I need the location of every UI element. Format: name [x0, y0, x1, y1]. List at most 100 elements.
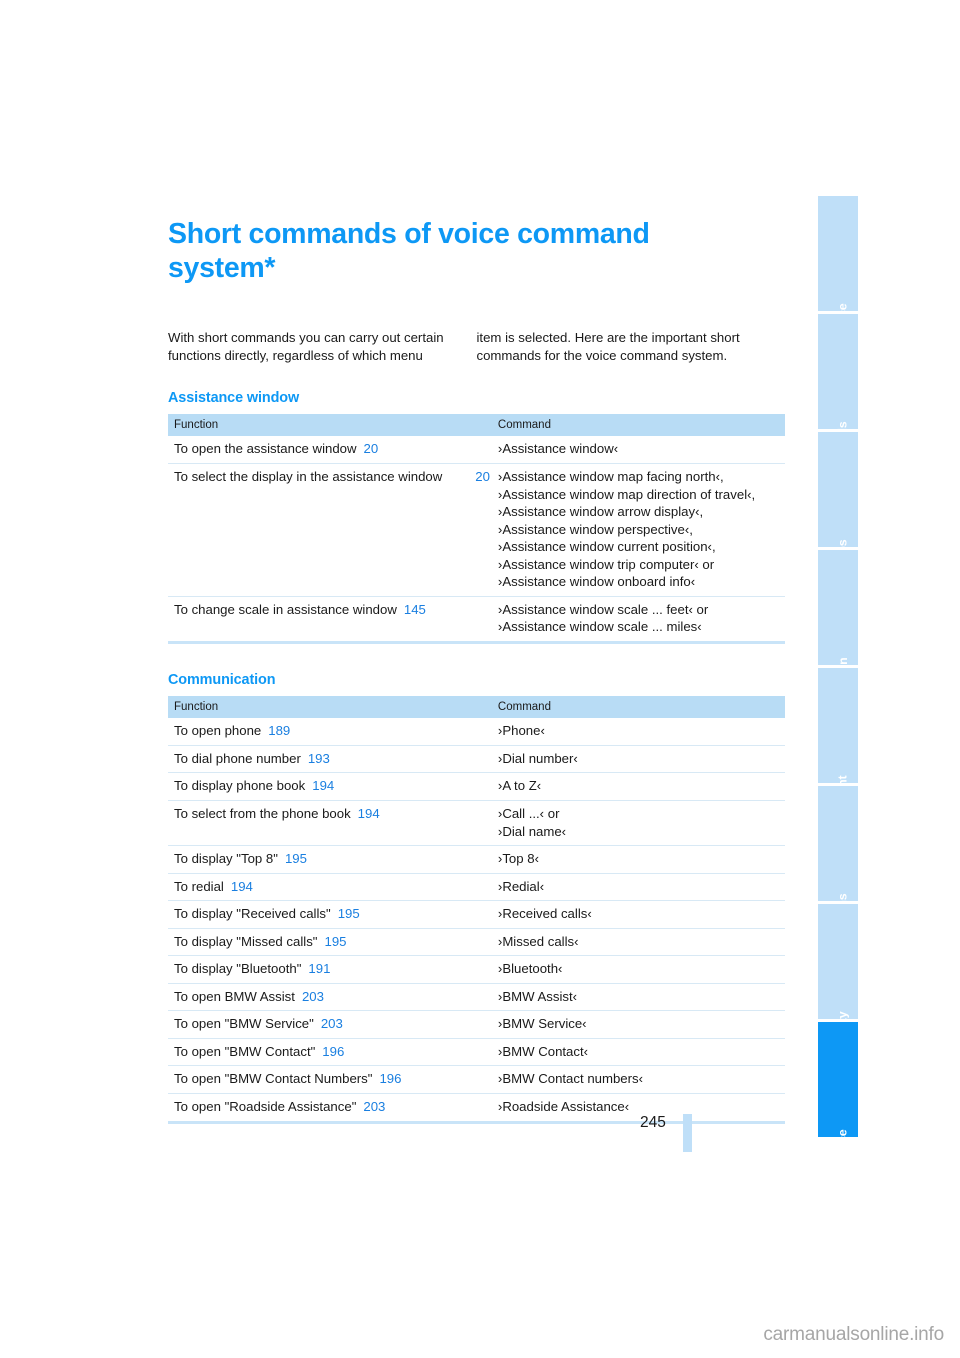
- command-cell: ›Bluetooth‹: [491, 955, 785, 984]
- chapter-tab-controls[interactable]: Controls: [818, 314, 858, 429]
- table-row: To open the assistance window 20 ›Assistan…: [168, 436, 785, 463]
- page-reference-link[interactable]: 196: [379, 1071, 401, 1086]
- table-row: To open BMW Assist 203 ›BMW Assist‹: [168, 982, 785, 1011]
- function-label: To dial phone number: [174, 750, 301, 766]
- voice-command-phrase: ›BMW Service‹: [497, 1016, 587, 1032]
- function-label: To open "Roadside Assistance": [174, 1098, 357, 1114]
- page-reference-link[interactable]: 195: [285, 851, 307, 866]
- table-row: To dial phone number 193 ›Dial number‹: [168, 744, 785, 773]
- function-label: To open BMW Assist: [174, 988, 295, 1004]
- function-cell: To open "BMW Contact" 196: [168, 1037, 492, 1066]
- function-label: To display "Bluetooth": [174, 961, 302, 977]
- page-reference-link[interactable]: 196: [322, 1044, 344, 1059]
- function-label: To display "Top 8": [174, 851, 278, 867]
- chapter-tab-driving-tips[interactable]: Driving tips: [818, 432, 858, 547]
- function-cell: 20 To select the display in the assistanc…: [168, 463, 492, 597]
- page-edge-marker: [683, 1114, 692, 1152]
- function-label: To change scale in assistance window: [174, 601, 397, 617]
- chapter-tab-entertainment[interactable]: Entertainment: [818, 668, 858, 783]
- command-cell: ›Assistance window scale ... feet‹ or ›As…: [491, 595, 785, 643]
- command-cell: ›Call ...‹ or ›Dial name‹: [491, 799, 785, 846]
- command-cell: ›Assistance window‹: [492, 436, 785, 463]
- page-reference-link[interactable]: 20: [475, 468, 492, 486]
- function-cell: To open BMW Assist 203: [168, 982, 492, 1011]
- chapter-tab-label: Driving tips: [836, 539, 850, 547]
- function-cell: To open the assistance window 20: [168, 436, 492, 463]
- command-cell: ›Top 8‹: [491, 845, 785, 874]
- voice-command-phrase: ›Phone‹: [497, 723, 545, 739]
- page-reference-link[interactable]: 193: [308, 751, 330, 766]
- table-row: To open "Roadside Assistance" 203 ›Roadsid…: [168, 1092, 785, 1123]
- table-row: To display "Missed calls" 195 ›Missed call…: [168, 927, 785, 956]
- intro-column-left: With short commands you can carry out ce…: [168, 330, 444, 363]
- page-reference-link[interactable]: 20: [364, 441, 379, 456]
- chapter-tab-reference[interactable]: Reference: [818, 1022, 858, 1137]
- table-row: To display phone book 194 ›A to Z‹: [168, 772, 785, 801]
- voice-command-phrase: ›Assistance window‹: [497, 441, 619, 457]
- page-reference-link[interactable]: 191: [308, 961, 330, 976]
- chapter-tab-label: Navigation: [836, 657, 850, 665]
- voice-command-phrase: ›BMW Assist‹: [497, 988, 578, 1004]
- voice-command-phrase: ›BMW Contact‹: [497, 1043, 589, 1059]
- function-cell: To open "BMW Contact Numbers" 196: [168, 1065, 492, 1094]
- voice-command-phrase: ›Assistance window onboard info‹: [497, 574, 696, 590]
- voice-command-phrase: ›Assistance window perspective‹,: [497, 521, 693, 537]
- voice-command-phrase: ›Top 8‹: [497, 851, 539, 867]
- command-cell: ›Roadside Assistance‹: [491, 1092, 785, 1123]
- command-cell: ›BMW Assist‹: [491, 982, 785, 1011]
- page-reference-link[interactable]: 194: [231, 879, 253, 894]
- command-cell: ›A to Z‹: [491, 772, 785, 801]
- chapter-tab-label: Entertainment: [836, 775, 850, 783]
- chapter-tab-mobility[interactable]: Mobility: [818, 904, 858, 1019]
- page-number: 245: [640, 1114, 666, 1131]
- voice-command-phrase: ›Call ...‹ or: [497, 805, 560, 821]
- chapter-tab-communications[interactable]: Communications: [818, 786, 858, 901]
- voice-command-phrase: ›Assistance window map facing north‹,: [497, 469, 724, 485]
- section-heading: Assistance window: [168, 390, 300, 407]
- table-row: To open phone 189 ›Phone‹: [168, 718, 785, 745]
- voice-command-phrase: ›BMW Contact numbers‹: [497, 1071, 644, 1087]
- command-cell: ›Phone‹: [492, 718, 785, 745]
- function-cell: To change scale in assistance window 145: [168, 595, 492, 643]
- function-cell: To open "Roadside Assistance" 203: [168, 1092, 492, 1123]
- voice-command-phrase: ›Received calls‹: [497, 906, 592, 922]
- table-header-row: Function Command: [168, 414, 785, 437]
- column-header-function: Function: [168, 414, 492, 437]
- voice-command-phrase: ›Redial‹: [497, 878, 545, 894]
- table-header-row: Function Command: [168, 695, 785, 719]
- function-cell: To display "Received calls" 195: [168, 900, 492, 929]
- voice-command-phrase: ›Assistance window trip computer‹ or: [497, 556, 715, 572]
- table-row: To open "BMW Contact Numbers" 196 ›BMW Con…: [168, 1065, 785, 1094]
- voice-command-phrase: ›Missed calls‹: [497, 933, 579, 949]
- command-cell: ›Redial‹: [491, 872, 785, 901]
- command-cell: ›BMW Service‹: [491, 1010, 785, 1039]
- function-cell: To display "Top 8" 195: [168, 845, 492, 874]
- chapter-tab-label: Communications: [836, 893, 850, 901]
- chapter-tab-at-a-glance[interactable]: At a glance: [818, 196, 858, 311]
- function-cell: To display "Missed calls" 195: [168, 927, 492, 956]
- page-reference-link[interactable]: 203: [321, 1016, 343, 1031]
- page-reference-link[interactable]: 203: [302, 989, 324, 1004]
- table-row: To select from the phone book 194 ›Call ..…: [168, 799, 785, 846]
- page-reference-link[interactable]: 195: [338, 906, 360, 921]
- intro-paragraphs: With short commands you can carry out ce…: [168, 329, 785, 364]
- page-reference-link[interactable]: 195: [324, 934, 346, 949]
- table-row: To open "BMW Contact" 196 ›BMW Contact‹: [168, 1037, 785, 1066]
- voice-command-phrase: ›Assistance window current position‹,: [497, 539, 716, 555]
- function-cell: To display "Bluetooth" 191: [168, 955, 492, 984]
- command-cell: ›Assistance window map facing north‹, ›As…: [491, 463, 785, 597]
- chapter-tab-label: Mobility: [836, 1011, 850, 1019]
- page-reference-link[interactable]: 194: [312, 778, 334, 793]
- voice-command-phrase: ›A to Z‹: [497, 778, 542, 794]
- function-cell: To redial 194: [168, 872, 492, 901]
- function-cell: To dial phone number 193: [168, 744, 492, 773]
- page-reference-link[interactable]: 145: [404, 602, 426, 617]
- voice-command-phrase: ›Bluetooth‹: [497, 961, 563, 977]
- watermark: carmanualsonline.info: [763, 1324, 944, 1345]
- page-reference-link[interactable]: 189: [268, 723, 290, 738]
- chapter-tab-navigation[interactable]: Navigation: [818, 550, 858, 665]
- table-row: 20 To select the display in the assistanc…: [168, 463, 785, 597]
- command-cell: ›BMW Contact‹: [491, 1037, 785, 1066]
- page-reference-link[interactable]: 194: [358, 806, 380, 821]
- page-reference-link[interactable]: 203: [363, 1099, 385, 1114]
